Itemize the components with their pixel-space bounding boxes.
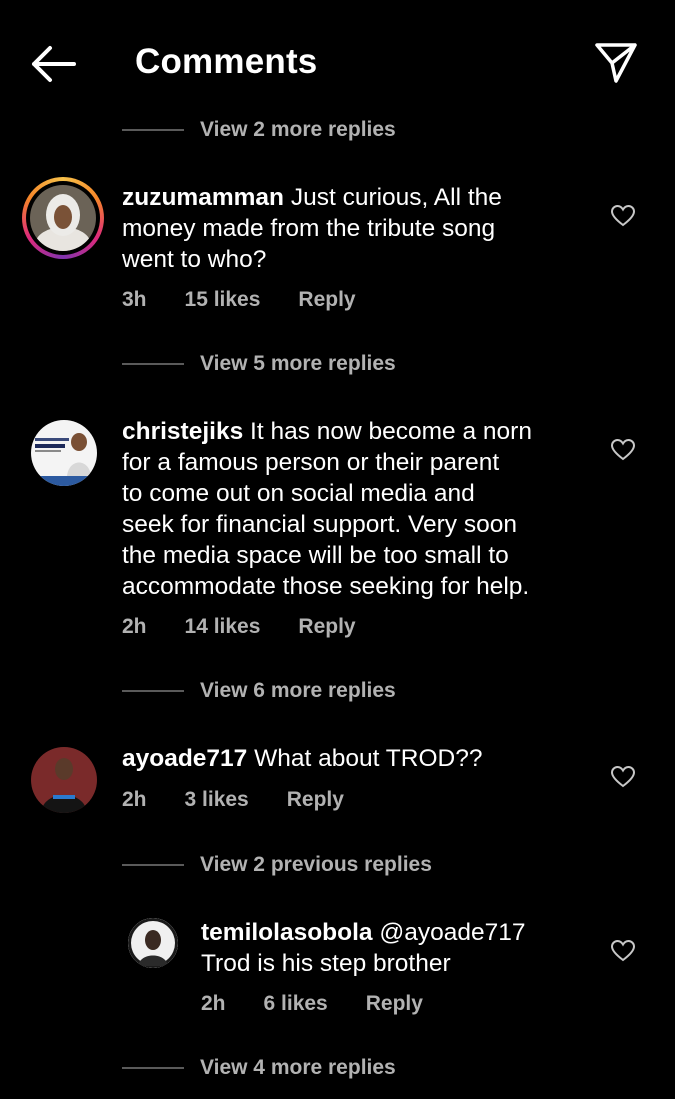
username[interactable]: zuzumamman <box>122 184 284 211</box>
reply-button[interactable]: Reply <box>298 288 355 312</box>
view-replies-label: View 2 more replies <box>200 118 396 141</box>
back-button[interactable] <box>30 44 76 84</box>
heart-outline-icon <box>610 438 636 461</box>
view-more-replies[interactable]: View 6 more replies <box>122 676 396 706</box>
avatar <box>30 185 96 251</box>
comment-body: temilolasobola @ayoade717 Trod is his st… <box>201 917 601 979</box>
view-replies-label: View 5 more replies <box>200 352 396 375</box>
view-replies-label: View 2 previous replies <box>200 853 432 876</box>
view-more-replies[interactable]: View 2 more replies <box>122 115 396 145</box>
like-button[interactable] <box>610 438 636 462</box>
avatar[interactable] <box>31 747 97 813</box>
like-count[interactable]: 14 likes <box>185 615 261 639</box>
reply-button[interactable]: Reply <box>298 615 355 639</box>
comment-meta: 2h 3 likes Reply <box>122 788 382 812</box>
avatar[interactable] <box>128 918 178 968</box>
comment-body: christejiks It has now become a norn for… <box>122 416 622 602</box>
comment-time: 3h <box>122 288 147 311</box>
username[interactable]: ayoade717 <box>122 745 247 772</box>
divider-line <box>122 363 184 365</box>
page-title: Comments <box>135 42 318 81</box>
comment-meta: 2h 14 likes Reply <box>122 615 394 639</box>
view-replies-label: View 4 more replies <box>200 1056 396 1079</box>
comment-text-line: Trod is his step brother <box>201 950 451 977</box>
top-bar: Comments <box>0 0 675 125</box>
divider-line <box>122 129 184 131</box>
like-count[interactable]: 6 likes <box>264 992 328 1016</box>
view-previous-replies[interactable]: View 2 previous replies <box>122 850 432 880</box>
comment-text-line: the media space will be too small to <box>122 542 509 569</box>
heart-outline-icon <box>610 939 636 962</box>
comment-body: zuzumamman Just curious, All the money m… <box>122 182 582 275</box>
like-button[interactable] <box>610 204 636 228</box>
like-count[interactable]: 15 likes <box>185 288 261 312</box>
comment-text-line: to come out on social media and <box>122 480 475 507</box>
like-count[interactable]: 3 likes <box>185 788 249 812</box>
reply-button[interactable]: Reply <box>287 788 344 812</box>
share-button[interactable] <box>594 41 638 85</box>
heart-outline-icon <box>610 204 636 227</box>
comment-text-line: Just curious, All the <box>290 184 502 211</box>
like-button[interactable] <box>610 765 636 789</box>
comment-time: 2h <box>122 788 147 811</box>
comment-time: 2h <box>122 615 147 638</box>
comment-meta: 2h 6 likes Reply <box>201 992 461 1016</box>
reply-button[interactable]: Reply <box>366 992 423 1016</box>
paper-plane-icon <box>595 43 637 83</box>
username[interactable]: christejiks <box>122 418 243 445</box>
comment-time: 2h <box>201 992 226 1015</box>
mention-link[interactable]: @ayoade717 <box>379 919 525 946</box>
view-more-replies[interactable]: View 4 more replies <box>122 1053 396 1083</box>
comment-text-line: money made from the tribute song <box>122 215 496 242</box>
like-button[interactable] <box>610 939 636 963</box>
divider-line <box>122 1067 184 1069</box>
avatar-story-ring[interactable] <box>22 177 104 259</box>
view-more-replies[interactable]: View 5 more replies <box>122 349 396 379</box>
view-replies-label: View 6 more replies <box>200 679 396 702</box>
avatar[interactable] <box>31 420 97 486</box>
comment-text-line: for a famous person or their parent <box>122 449 500 476</box>
username[interactable]: temilolasobola <box>201 919 373 946</box>
divider-line <box>122 864 184 866</box>
comment-text-line: went to who? <box>122 246 267 273</box>
comment-text-line: What about TROD?? <box>254 745 483 772</box>
comment-body: ayoade717 What about TROD?? <box>122 743 602 774</box>
comment-text-line: seek for financial support. Very soon <box>122 511 517 538</box>
comment-text-line: It has now become a norn <box>250 418 532 445</box>
comment-meta: 3h 15 likes Reply <box>122 288 394 312</box>
arrow-left-icon <box>32 46 76 82</box>
heart-outline-icon <box>610 765 636 788</box>
divider-line <box>122 690 184 692</box>
comment-text-line: accommodate those seeking for help. <box>122 573 530 600</box>
